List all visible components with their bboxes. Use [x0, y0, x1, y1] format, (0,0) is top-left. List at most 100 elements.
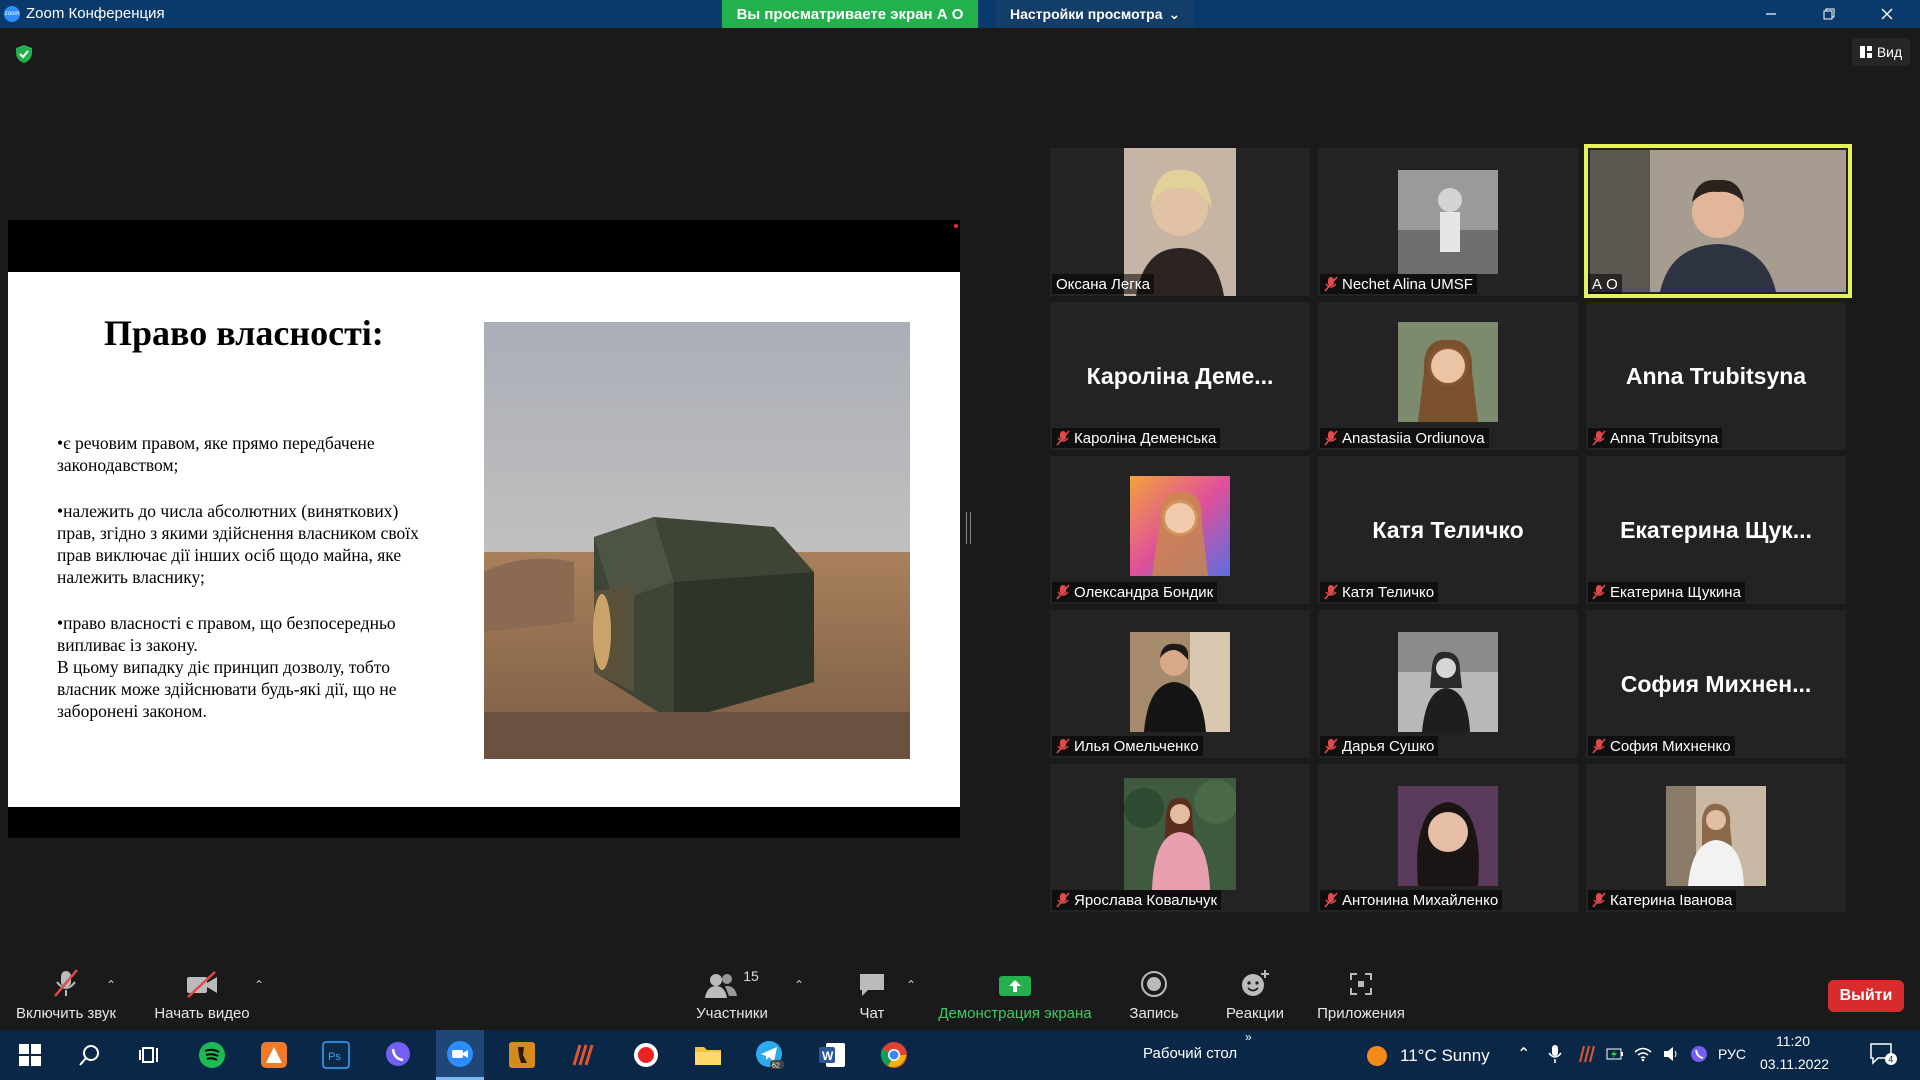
view-settings-button[interactable]: Настройки просмотра ⌄	[996, 0, 1195, 28]
participant-name-tag: Nechet Alina UMSF	[1320, 274, 1477, 294]
participant-name-tag: Катя Теличко	[1320, 582, 1439, 602]
viber-tray-icon[interactable]	[1690, 1045, 1708, 1063]
zoom-app-icon: zoom	[4, 6, 20, 22]
taskbar-photoshop[interactable]: Ps	[312, 1030, 360, 1080]
taskbar-app-orange[interactable]	[250, 1030, 298, 1080]
participant-name-tag: Оксана Легка	[1052, 274, 1154, 294]
taskbar-game[interactable]	[498, 1030, 546, 1080]
notifications-icon[interactable]: 4	[1870, 1042, 1898, 1066]
minimize-button[interactable]	[1748, 0, 1794, 28]
muted-mic-icon	[1324, 430, 1338, 446]
participant-tile[interactable]: Катерина Іванова	[1586, 764, 1846, 912]
participant-tile[interactable]: Кароліна Деме... Кароліна Деменська	[1050, 302, 1310, 450]
chat-icon	[860, 974, 884, 996]
start-video-button[interactable]: Начать видео	[150, 960, 254, 1030]
participant-name-tag: Anastasiia Ordiunova	[1320, 428, 1489, 448]
taskbar-app-stripes[interactable]	[560, 1030, 608, 1080]
muted-mic-icon	[1592, 584, 1606, 600]
taskbar-explorer[interactable]	[684, 1030, 732, 1080]
participant-tile[interactable]: Катя Теличко Катя Теличко	[1318, 456, 1578, 604]
participant-name-tag: София Михненко	[1588, 736, 1735, 756]
stripes-tray-icon[interactable]	[1578, 1044, 1596, 1064]
volume-icon[interactable]	[1662, 1045, 1680, 1063]
shared-screen[interactable]: Право власності: •є речовим правом, яке …	[8, 220, 960, 838]
participant-tile[interactable]: Екатерина Щук... Екатерина Щукина	[1586, 456, 1846, 604]
start-button[interactable]	[6, 1030, 54, 1080]
unmute-button[interactable]: Включить звук	[12, 960, 120, 1030]
view-layout-button[interactable]: Вид	[1852, 38, 1910, 66]
telegram-icon: 62	[756, 1041, 784, 1070]
close-button[interactable]	[1864, 0, 1910, 28]
svg-text:Ps: Ps	[328, 1051, 341, 1063]
chat-options-caret[interactable]: ⌃	[906, 978, 916, 992]
screen-recorder-icon	[634, 1043, 658, 1067]
search-button[interactable]	[66, 1030, 114, 1080]
participant-tile[interactable]: Илья Омельченко	[1050, 610, 1310, 758]
participant-tile[interactable]: Оксана Легка	[1050, 148, 1310, 296]
restore-button[interactable]	[1806, 0, 1852, 28]
active-speaker-tile[interactable]: А О	[1584, 144, 1852, 298]
desktop-toolbar-label[interactable]: Рабочий стол	[1143, 1045, 1237, 1062]
participant-tile[interactable]: София Михнен... София Михненко	[1586, 610, 1846, 758]
word-icon: W	[819, 1043, 845, 1067]
share-screen-button[interactable]: Демонстрация экрана	[930, 960, 1100, 1030]
participant-tile[interactable]: Ярослава Ковальчук	[1050, 764, 1310, 912]
participants-button[interactable]: 15 Участники	[690, 960, 774, 1030]
record-icon	[1141, 971, 1167, 997]
reactions-button[interactable]: Реакции	[1222, 960, 1288, 1030]
video-options-caret[interactable]: ⌃	[254, 978, 264, 992]
taskbar-telegram[interactable]: 62	[746, 1030, 794, 1080]
participant-video	[1130, 476, 1230, 576]
record-label: Запись	[1129, 1005, 1179, 1022]
task-view-button[interactable]	[126, 1030, 174, 1080]
participant-tile[interactable]: Дарья Сушко	[1318, 610, 1578, 758]
chevron-down-icon: ⌄	[1168, 5, 1181, 22]
recording-dot	[954, 224, 958, 228]
folder-icon	[695, 1047, 721, 1065]
chat-button[interactable]: Чат	[850, 960, 894, 1030]
record-button[interactable]: Запись	[1124, 960, 1184, 1030]
taskbar-viber[interactable]	[374, 1030, 422, 1080]
unmute-label: Включить звук	[15, 1005, 117, 1022]
wifi-icon[interactable]	[1634, 1046, 1652, 1062]
input-language[interactable]: РУС	[1718, 1046, 1746, 1062]
start-video-label: Начать видео	[154, 1005, 250, 1022]
apps-button[interactable]: Приложения	[1314, 960, 1408, 1030]
slide-title: Право власності:	[104, 313, 384, 353]
audio-options-caret[interactable]: ⌃	[106, 978, 116, 992]
minimize-icon	[1766, 13, 1776, 15]
participant-tile[interactable]: Антонина Михайленко	[1318, 764, 1578, 912]
microphone-tray-icon[interactable]	[1548, 1044, 1562, 1064]
apps-icon	[1350, 973, 1372, 995]
slide-paragraph-1: •є речовим правом, яке прямо передбачене…	[57, 433, 375, 475]
participants-options-caret[interactable]: ⌃	[794, 978, 804, 992]
split-resize-handle[interactable]	[966, 512, 971, 544]
security-shield-icon[interactable]	[14, 44, 34, 64]
chat-label: Чат	[859, 1005, 885, 1022]
participant-name-tag: Антонина Михайленко	[1320, 890, 1503, 910]
weather-text[interactable]: 11°C Sunny	[1400, 1046, 1490, 1066]
share-screen-icon	[999, 976, 1031, 996]
tray-overflow-chevron-icon[interactable]: ⌃	[1517, 1044, 1530, 1064]
video-off-icon	[187, 971, 217, 998]
taskbar-chrome[interactable]	[870, 1030, 918, 1080]
clock-time[interactable]: 11:20	[1776, 1033, 1810, 1049]
participant-name-tag: Катерина Іванова	[1588, 890, 1737, 910]
muted-mic-icon	[1056, 584, 1070, 600]
participant-tile[interactable]: Олександра Бондик	[1050, 456, 1310, 604]
participant-tile[interactable]: Nechet Alina UMSF	[1318, 148, 1578, 296]
battery-charging-icon[interactable]	[1606, 1046, 1624, 1062]
leave-button[interactable]: Выйти	[1828, 980, 1904, 1012]
participant-name-tag: Anna Trubitsyna	[1588, 428, 1723, 448]
participant-tile[interactable]: Anastasiia Ordiunova	[1318, 302, 1578, 450]
clock-date[interactable]: 03.11.2022	[1760, 1056, 1829, 1072]
taskbar-word[interactable]: W	[808, 1030, 856, 1080]
taskbar-recorder[interactable]	[622, 1030, 670, 1080]
muted-mic-icon	[1324, 276, 1338, 292]
taskbar-spotify[interactable]	[188, 1030, 236, 1080]
toolbar-expand-icon[interactable]: »	[1245, 1030, 1252, 1044]
participant-tile[interactable]: Anna Trubitsyna Anna Trubitsyna	[1586, 302, 1846, 450]
muted-mic-icon	[1324, 892, 1338, 908]
participant-video	[1398, 786, 1498, 886]
taskbar-zoom[interactable]	[436, 1030, 484, 1080]
